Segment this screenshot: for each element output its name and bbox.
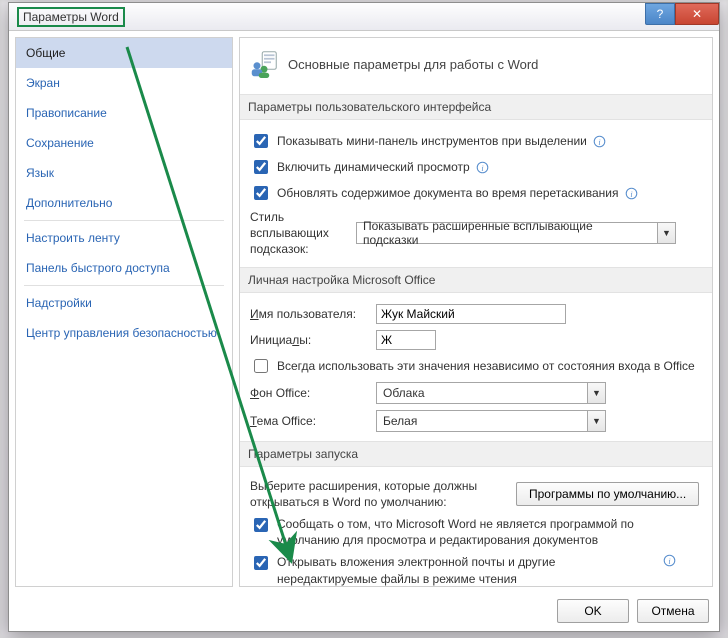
window-title: Параметры Word [17,7,125,27]
section-personal-title: Личная настройка Microsoft Office [240,267,712,293]
label-office-bg: Фон Office: [250,386,370,400]
chevron-down-icon[interactable]: ▼ [587,411,605,431]
chevron-down-icon[interactable]: ▼ [587,383,605,403]
checkbox-open-attachments[interactable] [254,556,268,570]
dropdown-bg-value: Облака [377,386,587,400]
dropdown-theme-value: Белая [377,414,587,428]
sidebar-item-general[interactable]: Общие [16,38,232,68]
info-icon[interactable]: i [625,187,638,200]
chevron-down-icon[interactable]: ▼ [657,223,675,243]
svg-text:i: i [598,137,600,146]
sidebar-item-trust-center[interactable]: Центр управления безопасностью [16,318,232,348]
sidebar-separator [24,220,224,221]
close-button[interactable]: ✕ [675,3,719,25]
label-notify-default: Сообщать о том, что Microsoft Word не яв… [277,516,657,548]
checkbox-mini-toolbar[interactable] [254,134,268,148]
label-open-attachments: Открывать вложения электронной почты и д… [277,554,657,586]
options-dialog: Параметры Word ? ✕ Общие Экран Правописа… [8,2,720,632]
sidebar-item-customize-ribbon[interactable]: Настроить ленту [16,223,232,253]
category-sidebar: Общие Экран Правописание Сохранение Язык… [15,37,233,587]
sidebar-item-qat[interactable]: Панель быстрого доступа [16,253,232,283]
checkbox-notify-default[interactable] [254,518,268,532]
checkbox-live-preview[interactable] [254,160,268,174]
dialog-footer: OK Отмена [557,599,709,623]
dropdown-tooltip-value: Показывать расширенные всплывающие подск… [357,219,657,247]
info-icon[interactable]: i [663,554,676,567]
input-username[interactable] [376,304,566,324]
content-heading: Основные параметры для работы с Word [288,57,538,72]
sidebar-item-advanced[interactable]: Дополнительно [16,188,232,218]
sidebar-separator [24,285,224,286]
checkbox-drag-update[interactable] [254,186,268,200]
label-username: Имя пользователя: [250,307,370,321]
checkbox-always-use[interactable] [254,359,268,373]
label-live-preview: Включить динамический просмотр [277,160,470,174]
cancel-button[interactable]: Отмена [637,599,709,623]
ok-button[interactable]: OK [557,599,629,623]
section-startup-title: Параметры запуска [240,441,712,467]
svg-text:i: i [630,189,632,198]
default-programs-button[interactable]: Программы по умолчанию... [516,482,699,506]
dropdown-tooltip-style[interactable]: Показывать расширенные всплывающие подск… [356,222,676,244]
label-always-use: Всегда использовать эти значения независ… [277,359,695,373]
input-initials[interactable] [376,330,436,350]
label-tooltip-style: Стиль всплывающих подсказок: [250,209,350,258]
label-initials: Инициалы: [250,333,370,347]
info-icon[interactable]: i [593,135,606,148]
content-pane: Основные параметры для работы с Word Пар… [239,37,713,587]
sidebar-item-proofing[interactable]: Правописание [16,98,232,128]
label-extensions: Выберите расширения, которые должны откр… [250,478,510,510]
sidebar-item-language[interactable]: Язык [16,158,232,188]
dropdown-office-theme[interactable]: Белая ▼ [376,410,606,432]
sidebar-item-save[interactable]: Сохранение [16,128,232,158]
label-drag-update: Обновлять содержимое документа во время … [277,186,619,200]
sidebar-item-addins[interactable]: Надстройки [16,288,232,318]
svg-text:i: i [481,163,483,172]
info-icon[interactable]: i [476,161,489,174]
label-mini-toolbar: Показывать мини-панель инструментов при … [277,134,587,148]
general-options-icon [250,50,278,78]
titlebar: Параметры Word ? ✕ [9,3,719,31]
sidebar-item-display[interactable]: Экран [16,68,232,98]
svg-text:i: i [668,557,670,566]
dropdown-office-bg[interactable]: Облака ▼ [376,382,606,404]
help-button[interactable]: ? [645,3,675,25]
section-ui-title: Параметры пользовательского интерфейса [240,94,712,120]
label-office-theme: Тема Office: [250,414,370,428]
